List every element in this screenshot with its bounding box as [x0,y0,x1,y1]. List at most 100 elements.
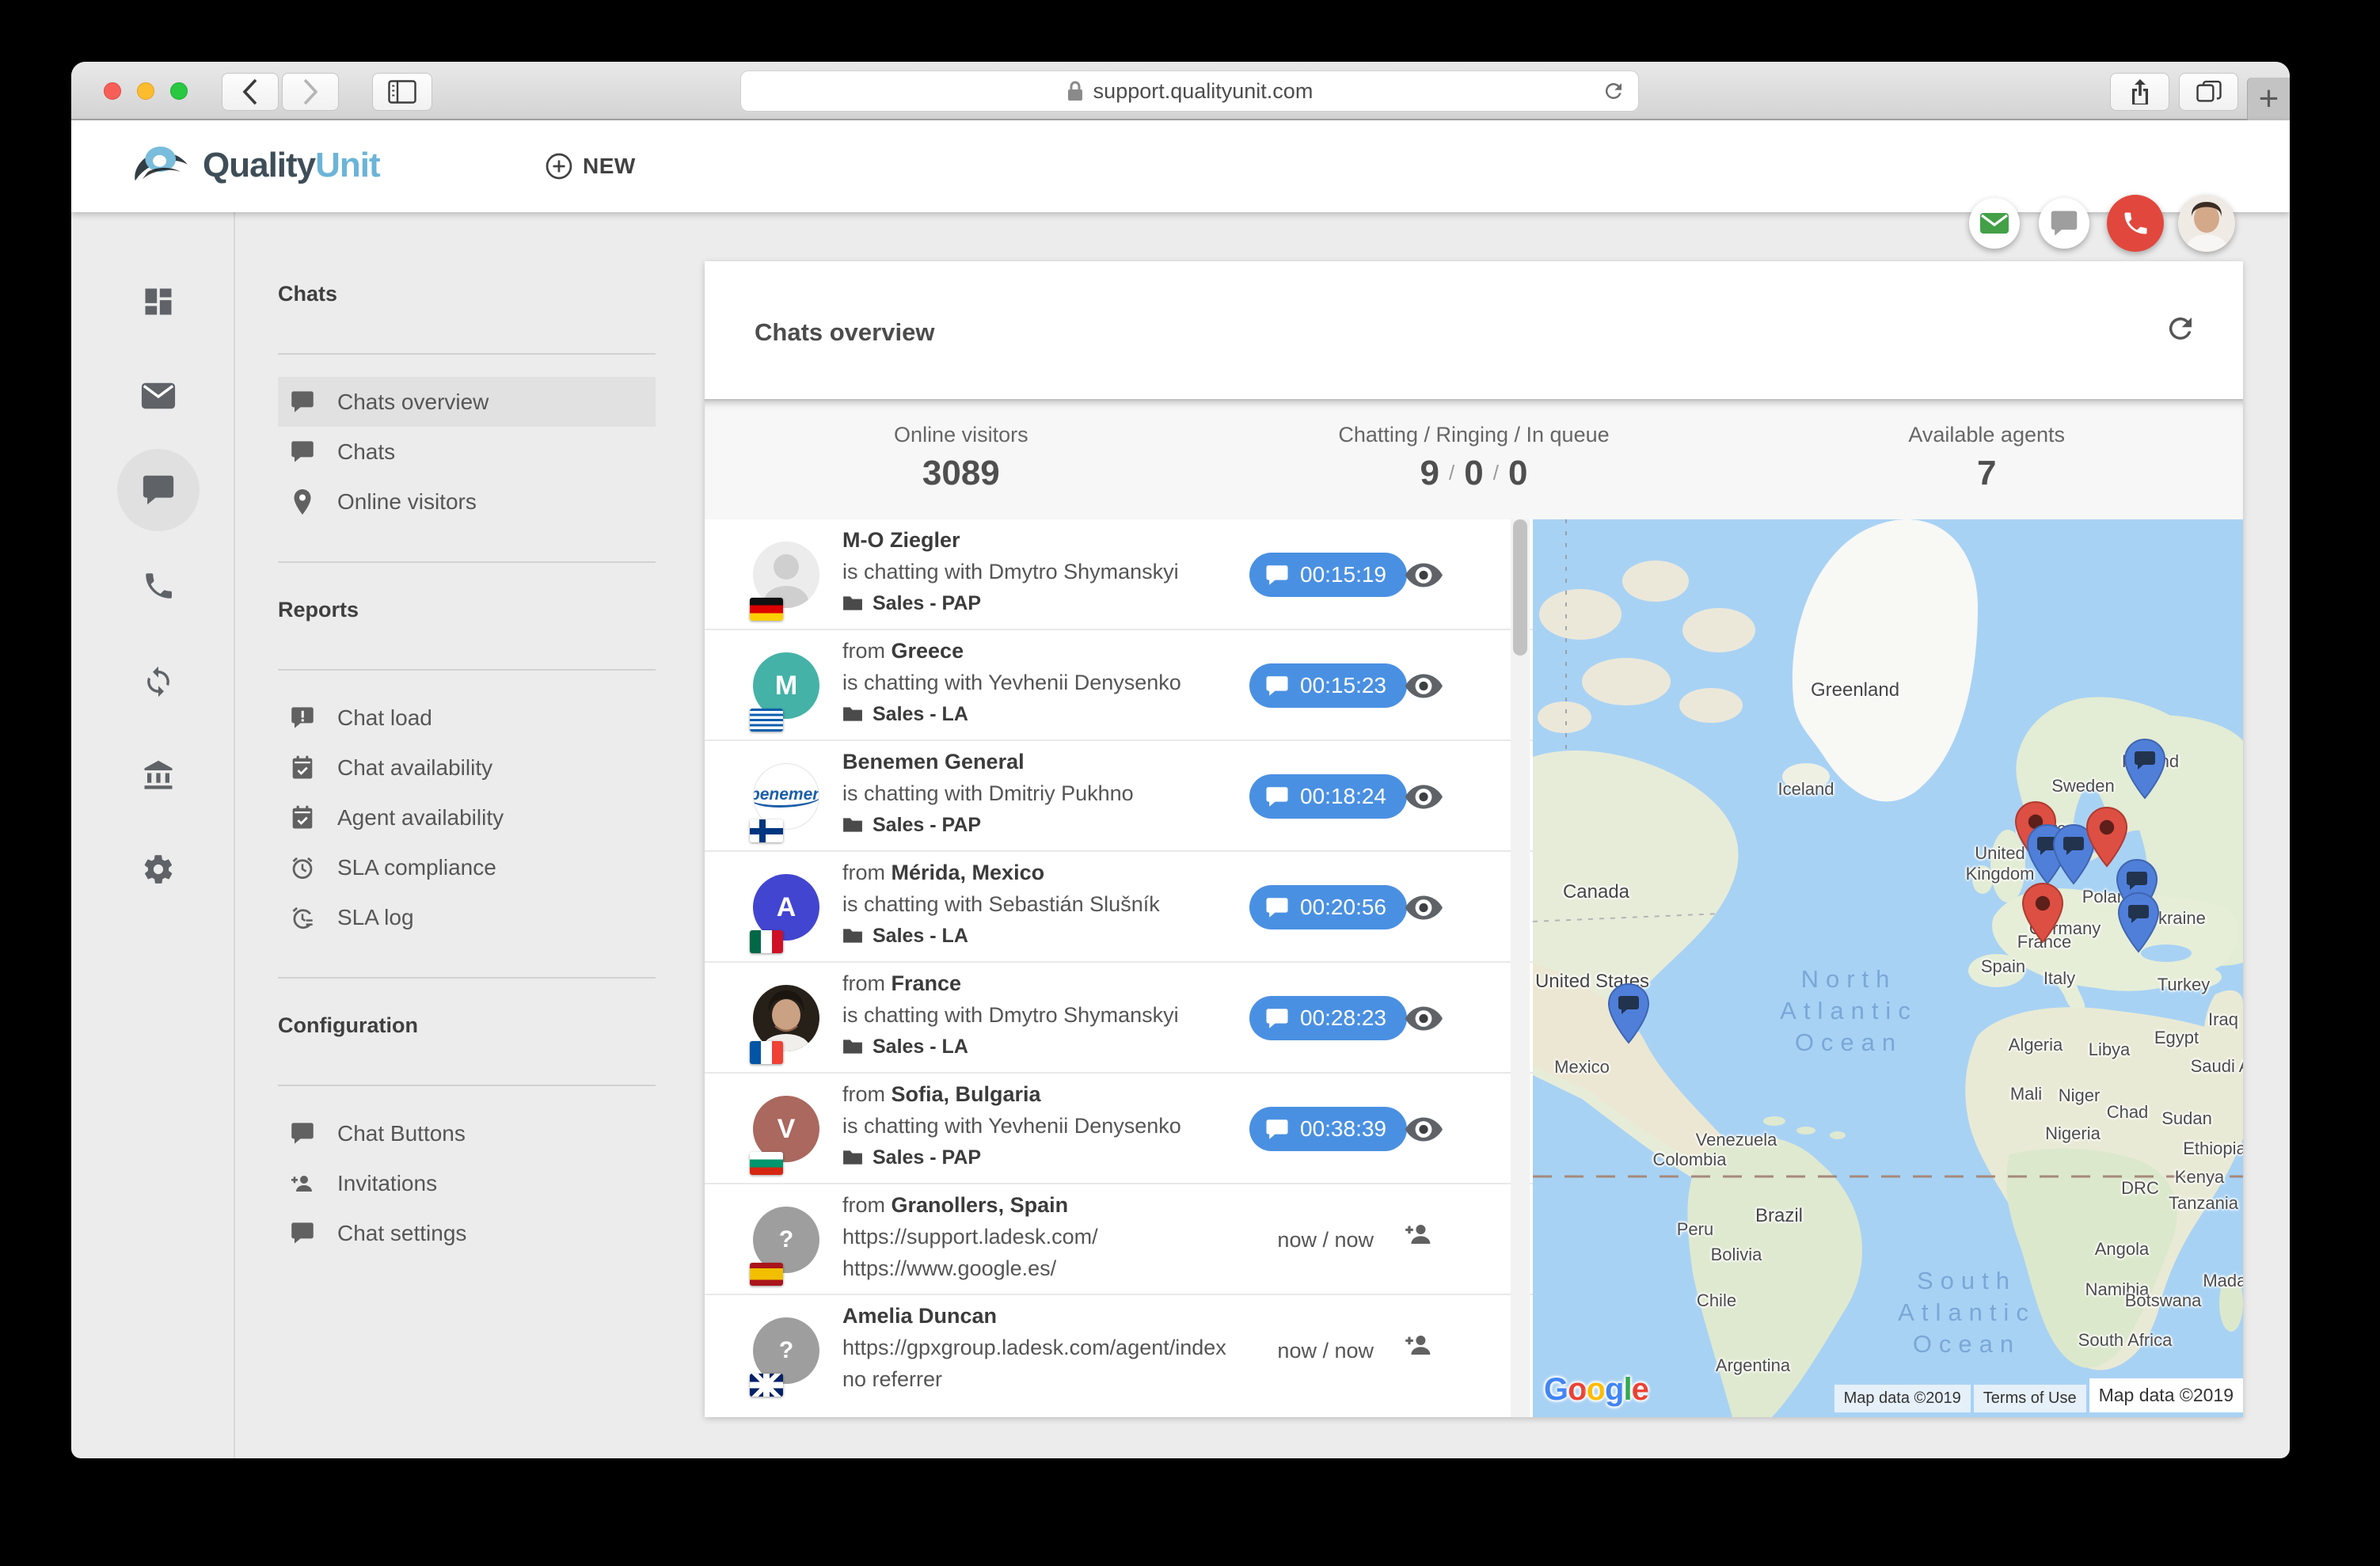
new-button-label: NEW [583,154,636,179]
department-label: Sales - PAP [873,1142,981,1173]
view-chat-eye-icon[interactable] [1405,784,1443,810]
sidebar-item-online-visitors[interactable]: Online visitors [278,477,656,526]
rail-item-sync-icon[interactable] [133,656,184,707]
sidebar-item-chats[interactable]: Chats [278,427,656,477]
chat-duration-badge[interactable]: 00:15:19 [1249,553,1407,597]
row-third-line: Sales - LA [842,1031,1179,1062]
chat-list-row[interactable]: ? Amelia Duncan https://gpxgroup.ladesk.… [705,1295,1533,1406]
close-window-button[interactable] [104,82,121,100]
calendar-check-icon [291,805,314,831]
user-avatar[interactable] [2178,195,2235,252]
map-country-label: Brazil [1755,1205,1803,1227]
back-button[interactable] [222,73,279,111]
new-tab-button[interactable]: + [2247,78,2290,120]
row-third-line: Sales - LA [842,920,1160,952]
rail-item-phone-icon[interactable] [133,561,184,611]
chat-button[interactable] [2039,198,2089,249]
country-flag-icon [750,1152,783,1175]
minimize-window-button[interactable] [137,82,154,100]
view-chat-eye-icon[interactable] [1405,562,1443,588]
chat-list-row[interactable]: ? from Granollers, Spain https://support… [705,1184,1533,1295]
chat-duration-badge[interactable]: 00:38:39 [1249,1107,1407,1151]
sidebar-item-label: Invitations [337,1171,437,1196]
view-chat-eye-icon[interactable] [1405,1116,1443,1142]
chat-duration-badge[interactable]: 00:20:56 [1249,885,1407,929]
map-ocean-label: NorthAtlanticOcean [1780,964,1918,1059]
visitor-name: M-O Ziegler [842,524,1179,556]
phone-button[interactable] [2107,195,2164,252]
sidebar-item-chat-settings[interactable]: Chat settings [278,1208,656,1258]
forward-button[interactable] [282,73,339,111]
chat-list-row[interactable]: M-O Ziegler is chatting with Dmytro Shym… [705,519,1533,630]
rail-item-mail-icon[interactable] [133,371,184,421]
reload-icon[interactable] [1602,79,1625,108]
address-bar[interactable]: support.qualityunit.com [740,70,1639,112]
sidebar-section-title: Chats [278,282,701,307]
department-label: Sales - LA [873,920,968,952]
sidebar-item-chats-overview[interactable]: Chats overview [278,377,656,427]
chat-list-row[interactable]: from France is chatting with Dmytro Shym… [705,963,1533,1074]
map-pin-red[interactable] [2021,882,2065,948]
chat-list-row[interactable]: M from Greece is chatting with Yevhenii … [705,630,1533,741]
rail-item-dashboard-icon[interactable] [133,276,184,327]
sidebar-item-chat-load[interactable]: Chat load [278,693,656,743]
map-country-label: Chile [1697,1290,1736,1311]
row-detail-line: https://support.ladesk.com/ [842,1221,1098,1252]
map-pin-blue[interactable] [2116,891,2161,957]
row-detail-line: is chatting with Dmytro Shymanskyi [842,556,1179,587]
pin-icon [291,488,314,515]
map-ocean-label: SouthAtlanticOcean [1898,1265,2036,1360]
chat-list-row[interactable]: benemen Benemen General is chatting with… [705,741,1533,852]
avatar-photo [2178,195,2235,252]
sidebar-section-title: Reports [278,598,701,623]
sidebar-item-invitations[interactable]: Invitations [278,1158,656,1208]
sidebar-item-chat-buttons[interactable]: Chat Buttons [278,1108,656,1158]
rail-item-bank-icon[interactable] [133,751,184,801]
view-chat-eye-icon[interactable] [1405,673,1443,699]
map-country-label: Botswana [2125,1290,2202,1311]
row-text: Benemen General is chatting with Dmitriy… [842,746,1134,841]
zoom-window-button[interactable] [170,82,188,100]
chat-icon [291,1122,314,1145]
sidebar-item-agent-availability[interactable]: Agent availability [278,793,656,842]
chat-duration-badge[interactable]: 00:28:23 [1249,996,1407,1040]
chat-list-row[interactable]: V from Sofia, Bulgaria is chatting with … [705,1074,1533,1184]
chat-duration: 00:18:24 [1300,784,1386,809]
sidebar-item-label: Chat availability [337,755,492,781]
sidebar-item-sla-compliance[interactable]: SLA compliance [278,842,656,892]
map-pin-blue[interactable] [2123,738,2167,804]
scrollbar-thumb[interactable] [1513,519,1527,656]
refresh-button[interactable] [2164,312,2197,349]
map-country-label: Libya [2089,1040,2131,1060]
tab-overview-button[interactable] [2179,73,2238,111]
chat-duration-badge[interactable]: 00:18:24 [1249,774,1407,819]
chat-list-row[interactable]: A from Mérida, Mexico is chatting with S… [705,852,1533,963]
chat-duration-badge[interactable]: 00:15:23 [1249,663,1407,708]
map-pin-blue[interactable] [1606,983,1651,1048]
new-button[interactable]: NEW [545,152,636,181]
sidebar-toggle-button[interactable] [372,73,432,111]
chat-list-scrollbar[interactable] [1511,519,1530,1417]
view-chat-eye-icon[interactable] [1405,1005,1443,1032]
share-button[interactable] [2110,73,2169,111]
lock-icon [1066,80,1084,102]
map-country-label: Egypt [2154,1028,2199,1048]
envelope-icon [1979,212,2009,234]
country-flag-icon [750,598,783,621]
sidebar-item-chat-availability[interactable]: Chat availability [278,743,656,793]
terms-of-use-link[interactable]: Terms of Use [1974,1385,2086,1412]
sidebar-item-sla-log[interactable]: SLA log [278,892,656,942]
country-flag-icon [750,1041,783,1064]
rail-item-gear-icon[interactable] [133,844,184,895]
map-country-label: Kenya [2175,1167,2224,1188]
sidebar-item-label: Agent availability [337,805,504,831]
map-country-label: Sudan [2161,1108,2212,1129]
view-chat-eye-icon[interactable] [1405,895,1443,921]
visitors-map[interactable]: Google Map data ©2019Terms of UseMap dat… [1533,519,2243,1417]
invite-visitor-icon[interactable] [1405,1222,1433,1246]
rail-item-chat-icon[interactable] [133,465,184,515]
email-button[interactable] [1969,198,2020,249]
invite-visitor-icon[interactable] [1405,1333,1433,1357]
map-country-label: Angola [2095,1239,2150,1260]
divider [278,1085,656,1086]
